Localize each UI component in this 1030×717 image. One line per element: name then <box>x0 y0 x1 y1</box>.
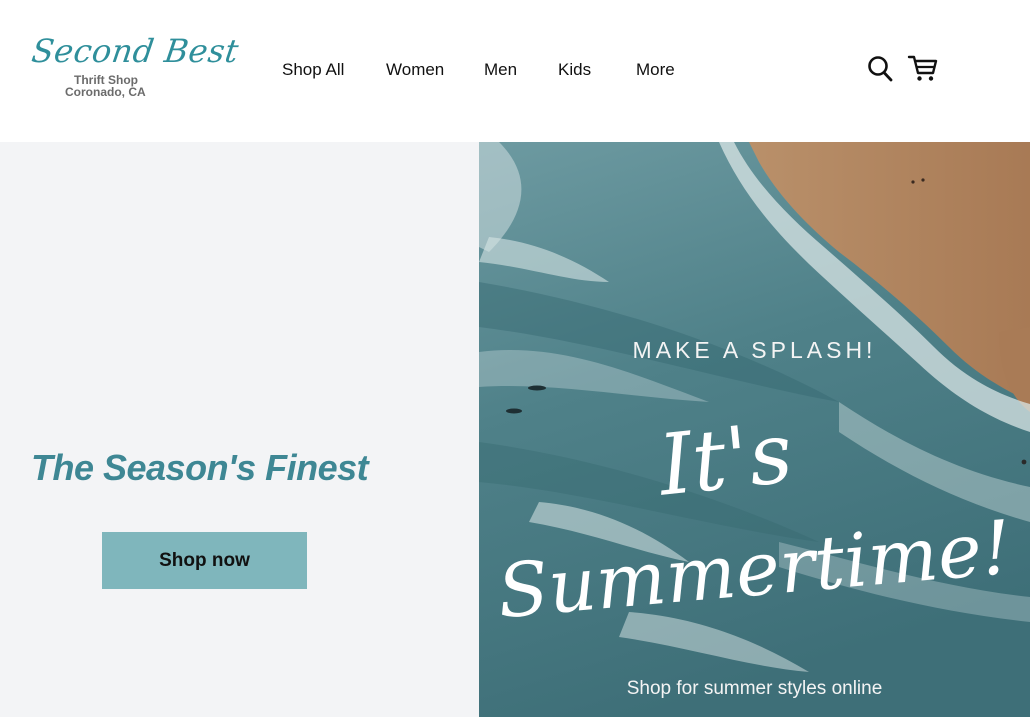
brand-logo[interactable]: Second Best Thrift Shop Coronado, CA <box>29 30 241 110</box>
nav-kids[interactable]: Kids <box>558 60 591 80</box>
nav-shop-all[interactable]: Shop All <box>282 60 344 80</box>
shop-now-button[interactable]: Shop now <box>102 532 307 589</box>
nav-more[interactable]: More <box>636 60 675 80</box>
logo-tagline-location: Coronado, CA <box>65 85 146 99</box>
summer-banner-image[interactable]: MAKE A SPLASH! It's Summertime! Shop for… <box>479 142 1030 717</box>
search-icon[interactable] <box>866 52 896 84</box>
nav-men[interactable]: Men <box>484 60 517 80</box>
banner-kicker: MAKE A SPLASH! <box>632 337 877 363</box>
hero-title: The Season's Finest <box>31 447 369 488</box>
site-header: Second Best Thrift Shop Coronado, CA Sho… <box>0 0 1030 142</box>
logo-script-text: Second Best <box>29 32 242 70</box>
hero-text-panel: The Season's Finest Shop now <box>0 142 479 717</box>
banner-footer-text: Shop for summer styles online <box>626 678 883 699</box>
nav-women[interactable]: Women <box>386 60 444 80</box>
banner-headline-its: It's <box>654 403 797 515</box>
cart-icon[interactable] <box>907 52 938 84</box>
